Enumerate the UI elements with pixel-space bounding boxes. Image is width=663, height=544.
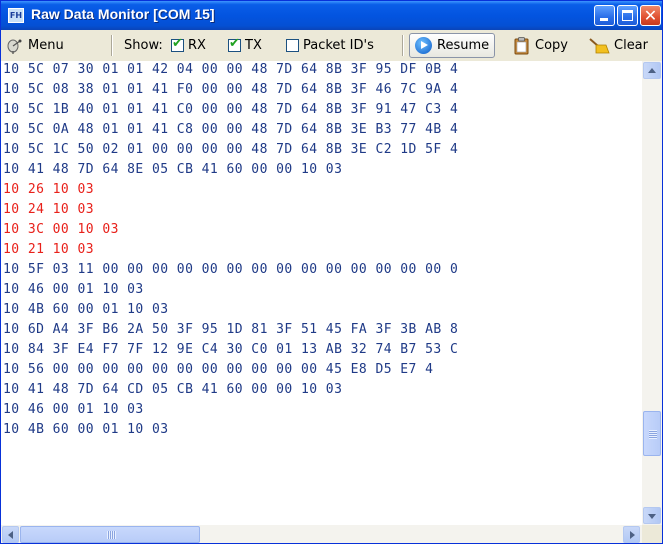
checkmark-icon: ✔ xyxy=(229,36,240,51)
data-line: 10 56 00 00 00 00 00 00 00 00 00 00 00 4… xyxy=(3,362,434,377)
data-line: 10 46 00 01 10 03 xyxy=(3,402,144,417)
clear-button[interactable]: Clear xyxy=(588,30,648,61)
scroll-right-button[interactable] xyxy=(623,526,640,543)
vertical-scroll-thumb[interactable] xyxy=(643,411,661,456)
minimize-icon xyxy=(600,18,608,21)
app-icon: FH xyxy=(8,8,24,23)
close-icon: ✕ xyxy=(643,6,658,25)
resume-button[interactable]: Resume xyxy=(409,33,496,58)
data-line: 10 5C 08 38 01 01 41 F0 00 00 48 7D 64 8… xyxy=(3,82,459,97)
horizontal-scrollbar[interactable] xyxy=(1,525,642,543)
maximize-icon xyxy=(622,10,633,21)
toolbar: Menu Show: ✔ RX ✔ TX Packet ID's Resume xyxy=(1,30,662,62)
scrollbar-corner xyxy=(642,525,662,543)
minimize-button[interactable] xyxy=(594,5,615,26)
data-line: 10 46 00 01 10 03 xyxy=(3,282,144,297)
scroll-down-button[interactable] xyxy=(643,507,661,524)
data-line: 10 21 10 03 xyxy=(3,242,95,257)
data-line: 10 6D A4 3F B6 2A 50 3F 95 1D 81 3F 51 4… xyxy=(3,322,459,337)
title-bar[interactable]: FH Raw Data Monitor [COM 15] ✕ xyxy=(1,1,662,30)
data-line: 10 3C 00 10 03 xyxy=(3,222,119,237)
data-line: 10 41 48 7D 64 8E 05 CB 41 60 00 00 10 0… xyxy=(3,162,343,177)
checkmark-icon: ✔ xyxy=(172,36,183,51)
data-line: 10 5C 1C 50 02 01 00 00 00 00 48 7D 64 8… xyxy=(3,142,459,157)
copy-label: Copy xyxy=(535,38,568,53)
data-line: 10 24 10 03 xyxy=(3,202,95,217)
packet-ids-checkbox-box[interactable] xyxy=(286,39,299,52)
data-line: 10 26 10 03 xyxy=(3,182,95,197)
satellite-dish-icon xyxy=(6,38,22,54)
copy-button[interactable]: Copy xyxy=(514,30,568,61)
raw-data-monitor-window: FH Raw Data Monitor [COM 15] ✕ Menu Show… xyxy=(0,0,663,544)
scroll-up-button[interactable] xyxy=(643,62,661,79)
rx-checkbox-box[interactable]: ✔ xyxy=(171,36,184,52)
vertical-scrollbar[interactable] xyxy=(642,61,662,525)
chevron-left-icon xyxy=(8,531,13,539)
window-title: Raw Data Monitor [COM 15] xyxy=(31,6,215,22)
data-line: 10 5F 03 11 00 00 00 00 00 00 00 00 00 0… xyxy=(3,262,459,277)
data-line: 10 5C 1B 40 01 01 41 C0 00 00 48 7D 64 8… xyxy=(3,102,459,117)
tx-label: TX xyxy=(245,38,262,53)
data-line: 10 4B 60 00 01 10 03 xyxy=(3,302,169,317)
toolbar-separator xyxy=(111,35,113,56)
data-line: 10 5C 07 30 01 01 42 04 00 00 48 7D 64 8… xyxy=(3,62,459,77)
rx-checkbox[interactable]: ✔ RX xyxy=(171,30,206,61)
clipboard-icon xyxy=(514,36,529,55)
play-icon xyxy=(415,37,432,54)
horizontal-scroll-thumb[interactable] xyxy=(20,526,200,543)
rx-label: RX xyxy=(188,38,206,53)
show-label: Show: xyxy=(124,38,163,53)
close-button[interactable]: ✕ xyxy=(640,5,661,26)
packet-ids-label: Packet ID's xyxy=(303,38,374,53)
grip-icon xyxy=(107,531,116,539)
data-display-area[interactable]: 10 5C 07 30 01 01 42 04 00 00 48 7D 64 8… xyxy=(1,61,642,525)
packet-ids-checkbox[interactable]: Packet ID's xyxy=(286,30,374,61)
data-line: 10 84 3F E4 F7 7F 12 9E C4 30 C0 01 13 A… xyxy=(3,342,459,357)
menu-label: Menu xyxy=(28,38,64,53)
grip-icon xyxy=(649,430,657,439)
maximize-button[interactable] xyxy=(617,5,638,26)
data-line: 10 4B 60 00 01 10 03 xyxy=(3,422,169,437)
resume-label: Resume xyxy=(437,38,490,53)
scroll-left-button[interactable] xyxy=(2,526,19,543)
chevron-up-icon xyxy=(648,68,656,73)
clear-label: Clear xyxy=(614,38,648,53)
chevron-right-icon xyxy=(630,531,635,539)
menu-button[interactable]: Menu xyxy=(6,30,64,61)
chevron-down-icon xyxy=(648,514,656,519)
tx-checkbox[interactable]: ✔ TX xyxy=(228,30,262,61)
data-line: 10 41 48 7D 64 CD 05 CB 41 60 00 00 10 0… xyxy=(3,382,343,397)
tx-checkbox-box[interactable]: ✔ xyxy=(228,36,241,52)
data-line: 10 5C 0A 48 01 01 41 C8 00 00 48 7D 64 8… xyxy=(3,122,459,137)
toolbar-separator xyxy=(402,35,404,56)
broom-icon xyxy=(588,37,610,55)
